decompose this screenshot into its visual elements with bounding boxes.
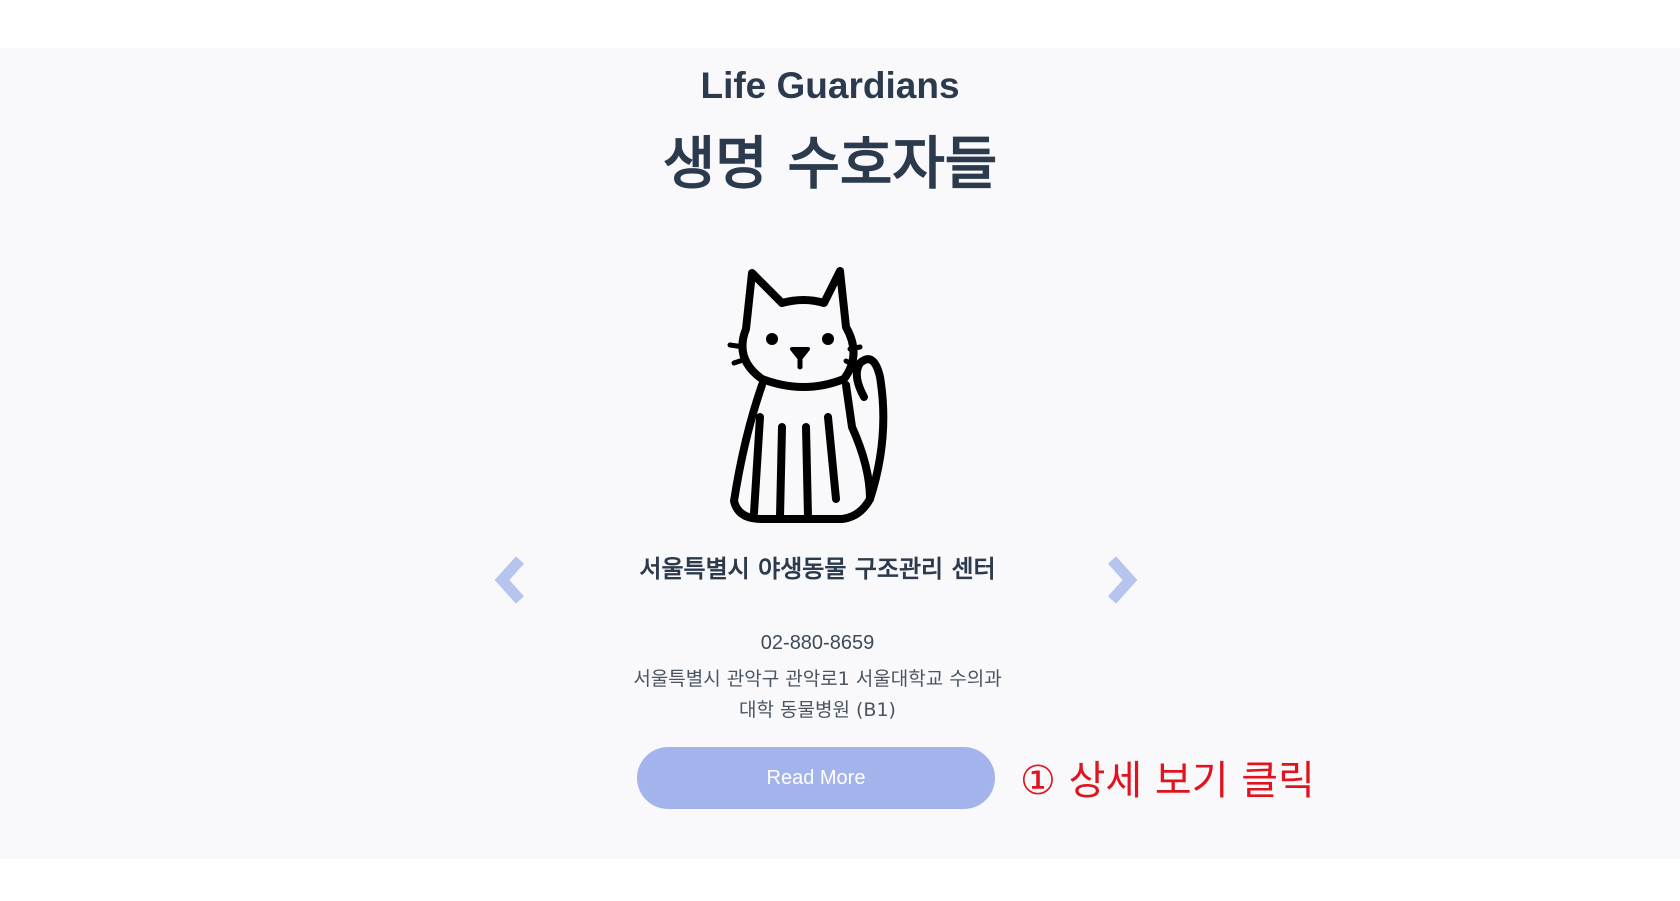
section-title-en: Life Guardians xyxy=(700,65,960,106)
instruction-annotation: ① 상세 보기 클릭 xyxy=(1020,758,1315,804)
card-title: 서울특별시 야생동물 구조관리 센터 xyxy=(639,555,996,583)
card-address: 서울특별시 관악구 관악로1 서울대학교 수의과대학 동물병원 (B1) xyxy=(633,668,1002,721)
chevron-left-icon xyxy=(494,556,525,604)
cat-icon xyxy=(727,267,888,523)
carousel-next-arrow[interactable] xyxy=(1100,555,1140,605)
card-phone: 02-880-8659 xyxy=(760,632,875,654)
carousel-prev-arrow[interactable] xyxy=(492,555,532,605)
read-more-button[interactable]: Read More xyxy=(637,747,995,809)
chevron-right-icon xyxy=(1107,556,1138,604)
section-title-ko: 생명 수호자들 xyxy=(662,131,998,197)
